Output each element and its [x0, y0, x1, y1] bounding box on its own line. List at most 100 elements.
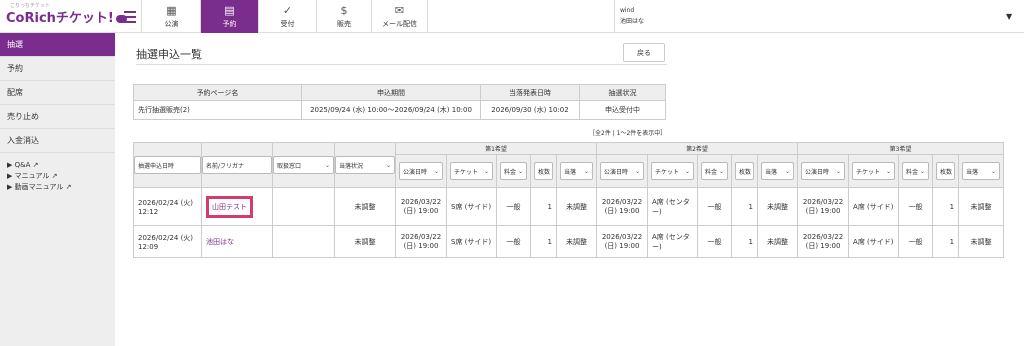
filter-cell: 抽選申込日時 — [133, 142, 202, 188]
summary-header: 申込期間 — [301, 84, 481, 101]
nav-tab-mail[interactable]: ✉ メール配信 — [372, 0, 428, 33]
pref-status-cell: 未調整 — [757, 187, 799, 226]
external-link-icon: ↗ — [65, 183, 72, 191]
filter-pref3-qty[interactable]: 枚数⌄ — [936, 162, 956, 180]
pref-qty-cell: 1 — [932, 187, 960, 226]
pref-status-cell: 未調整 — [958, 225, 1005, 258]
pref-date-cell: 2026/03/22 (日) 19:00 — [596, 187, 649, 226]
pref-price-cell: 一般 — [898, 187, 934, 226]
summary-announce-date: 2026/09/30 (水) 10:02 — [480, 100, 580, 120]
pref-ticket-cell: A席 (サイド) — [848, 187, 900, 226]
applicant-name-link[interactable]: 山田テスト — [212, 203, 247, 211]
group-header-pref3: 第3希望 — [797, 142, 1005, 155]
pref-date-cell: 2026/03/22 (日) 19:00 — [395, 225, 447, 258]
filter-pref1-price[interactable]: 料金 ⌄ — [500, 162, 527, 180]
user-line1: wind — [620, 7, 635, 14]
sidebar-item-seating[interactable]: 配席 — [0, 81, 115, 105]
summary-period: 2025/09/24 (水) 10:00～2026/09/24 (木) 10:0… — [301, 100, 481, 120]
summary-header: 予約ページ名 — [133, 84, 302, 101]
filter-pref3-price[interactable]: 料金 ⌄ — [902, 162, 930, 180]
sidebar-link-manual[interactable]: ▶ マニュアル ↗ — [0, 171, 115, 182]
sidebar-link-video-manual[interactable]: ▶ 動画マニュアル ↗ — [0, 182, 115, 193]
filter-pref3-status[interactable]: 当落 ⌄ — [962, 162, 1001, 180]
main-content: 抽選申込一覧 戻る 予約ページ名 申込期間 当落発表日時 抽選状況 先行抽選販売… — [115, 33, 1024, 346]
chevron-down-icon: ⌄ — [385, 161, 391, 169]
filter-pref3-date[interactable]: 公演日時 ⌄ — [801, 162, 846, 180]
summary-header: 当落発表日時 — [480, 84, 580, 101]
pref-date-cell: 2026/03/22 (日) 19:00 — [596, 225, 649, 258]
applicant-name-link[interactable]: 池田はな — [206, 238, 234, 246]
name-cell: 山田テスト — [201, 187, 273, 226]
filter-pref1-date[interactable]: 公演日時 ⌄ — [399, 162, 443, 180]
sidebar-links: ▶ Q&A ↗ ▶ マニュアル ↗ ▶ 動画マニュアル ↗ — [0, 153, 115, 193]
pref-date-cell: 2026/03/22 (日) 19:00 — [797, 187, 850, 226]
chevron-down-icon: ⌄ — [324, 161, 330, 169]
filter-pref2-ticket[interactable]: チケット ⌄ — [651, 162, 695, 180]
filter-applied-date[interactable]: 抽選申込日時 — [134, 156, 201, 174]
pref-date-cell: 2026/03/22 (日) 19:00 — [395, 187, 447, 226]
building-icon: ▦ — [166, 3, 177, 17]
table-row: 2026/02/24 (火) 12:12 山田テスト 未調整 2026/03/22… — [133, 187, 1005, 226]
summary-page-name: 先行抽選販売(2) — [133, 100, 302, 120]
logo-small-text: こりっちチケット — [10, 3, 51, 9]
filter-name[interactable]: 名前/フリガナ — [202, 156, 272, 174]
pref-date-cell: 2026/03/22 (日) 19:00 — [797, 225, 850, 258]
group-header-pref2: 第2希望 — [596, 142, 799, 155]
nav-tab-label: 販売 — [337, 19, 351, 28]
sidebar-item-payment[interactable]: 入金消込 — [0, 129, 115, 153]
sidebar-link-qa[interactable]: ▶ Q&A ↗ — [0, 160, 115, 171]
pref-qty-cell: 1 — [530, 187, 557, 226]
filter-pref1-ticket[interactable]: チケット ⌄ — [450, 162, 493, 180]
applied-date-cell: 2026/02/24 (火) 12:12 — [133, 187, 202, 226]
logo-text: CoRichチケット! — [6, 11, 114, 26]
result-count: ［全2件 | 1～2件を表示中］ — [589, 130, 667, 137]
back-button[interactable]: 戻る — [623, 43, 665, 62]
pref-price-cell: 一般 — [697, 187, 733, 226]
divider — [136, 64, 667, 65]
nav-tab-label: 予約 — [222, 19, 237, 28]
sidebar-item-stop-sales[interactable]: 売り止め — [0, 105, 115, 129]
pref-ticket-cell: A席 (センター) — [647, 225, 699, 258]
pref-ticket-cell: A席 (センター) — [647, 187, 699, 226]
pref-status-cell: 未調整 — [555, 187, 598, 226]
pref-status-cell: 未調整 — [555, 225, 598, 258]
window-cell — [272, 225, 335, 258]
window-cell — [272, 187, 335, 226]
filter-pref1-status[interactable]: 当落 ⌄ — [560, 162, 594, 180]
pref-price-cell: 一般 — [697, 225, 733, 258]
pref-qty-cell: 1 — [731, 187, 759, 226]
filter-pref2-price[interactable]: 料金 ⌄ — [701, 162, 729, 180]
sidebar: 抽選 予約 配席 売り止め 入金消込 ▶ Q&A ↗ ▶ マニュアル ↗ ▶ 動… — [0, 33, 115, 346]
filter-pref3-ticket[interactable]: チケット ⌄ — [852, 162, 896, 180]
filter-pref1-qty[interactable]: 枚数⌄ — [534, 162, 553, 180]
nav-tab-reception[interactable]: ✓ 受付 — [259, 0, 317, 33]
nav-tab-sales[interactable]: $ 販売 — [317, 0, 372, 33]
nav-tab-label: メール配信 — [382, 19, 417, 28]
filter-result-status[interactable]: 当落状況 ⌄ — [335, 156, 395, 174]
applied-date-cell: 2026/02/24 (火) 12:09 — [133, 225, 202, 258]
check-icon: ✓ — [282, 3, 293, 17]
user-name: 池田はな — [620, 18, 645, 25]
dollar-icon: $ — [340, 3, 348, 17]
external-link-icon: ↗ — [32, 161, 39, 169]
filter-pref2-status[interactable]: 当落 ⌄ — [761, 162, 795, 180]
mail-icon: ✉ — [394, 3, 405, 17]
summary-table: 予約ページ名 申込期間 当落発表日時 抽選状況 先行抽選販売(2) 2025/0… — [133, 84, 666, 120]
caret-down-icon[interactable]: ▼ — [1006, 12, 1012, 21]
result-status-cell: 未調整 — [334, 187, 396, 226]
sidebar-item-reservation[interactable]: 予約 — [0, 57, 115, 81]
menu-button[interactable] — [118, 0, 142, 33]
filter-pref2-date[interactable]: 公演日時 ⌄ — [600, 162, 645, 180]
nav-tab-reservation[interactable]: ▤ 予約 — [201, 0, 259, 33]
filter-window[interactable]: 取扱窓口 ⌄ — [273, 156, 334, 174]
name-cell: 池田はな — [201, 225, 273, 258]
external-link-icon: ↗ — [51, 172, 58, 180]
filter-pref2-qty[interactable]: 枚数⌄ — [735, 162, 755, 180]
brand-logo[interactable]: こりっちチケット CoRichチケット! — [6, 3, 127, 26]
sidebar-item-lottery[interactable]: 抽選 — [0, 33, 115, 57]
pref-qty-cell: 1 — [731, 225, 759, 258]
pref-status-cell: 未調整 — [958, 187, 1005, 226]
pref-qty-cell: 1 — [932, 225, 960, 258]
summary-header: 抽選状況 — [579, 84, 666, 101]
nav-tab-performance[interactable]: ▦ 公演 — [143, 0, 201, 33]
